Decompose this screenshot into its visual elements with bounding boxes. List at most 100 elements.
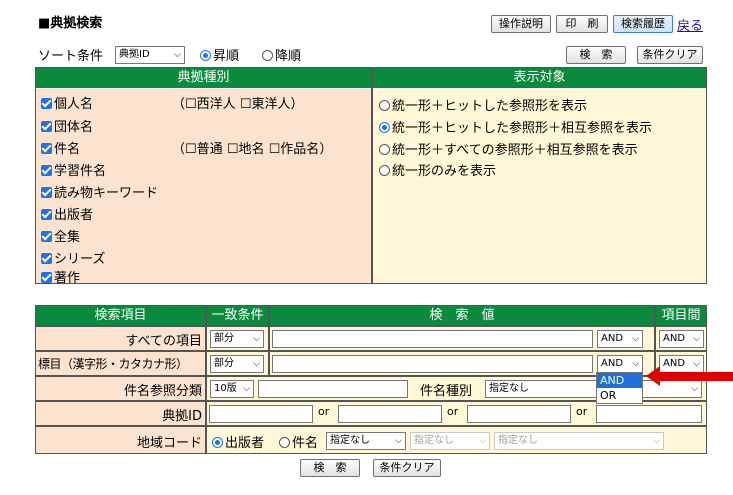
print-button[interactable]: 印 刷 (556, 15, 608, 33)
chevron-down-icon: ⌵ (693, 334, 700, 344)
edition-value: 10版 (214, 383, 237, 394)
checkbox-icon (41, 272, 52, 283)
paren-open: （ (172, 97, 186, 112)
chevron-down-icon: ⌵ (653, 436, 660, 446)
match-value: 部分 (214, 333, 234, 344)
region-subject-option[interactable]: 件名 (279, 432, 318, 451)
or-label: or (447, 405, 459, 418)
eastern-option[interactable]: ☐東洋人 (240, 97, 291, 112)
eastern-label: 東洋人 (251, 97, 291, 112)
type-item-publisher[interactable]: 出版者 (41, 204, 93, 223)
type-item-subject[interactable]: 件名 (41, 138, 80, 157)
checkbox-icon (41, 165, 52, 176)
western-option[interactable]: ☐西洋人 (185, 97, 236, 112)
checkbox-icon (41, 253, 52, 264)
row-heading-op-select[interactable]: AND ⌵ (597, 355, 643, 373)
checkbox-icon (41, 121, 52, 132)
radio-icon (200, 50, 211, 61)
match-value: 部分 (214, 358, 234, 369)
type-item-label: 全集 (54, 230, 81, 245)
sort-asc-option[interactable]: 昇順 (200, 45, 239, 64)
id-input-1[interactable] (209, 405, 313, 423)
type-item-label: 読み物キーワード (54, 186, 159, 201)
search-col-between: 項目間 (656, 306, 706, 325)
id-input-4[interactable] (596, 405, 702, 423)
chevron-down-icon: ⌵ (174, 50, 181, 60)
chevron-down-icon: ⌵ (395, 436, 402, 446)
radio-icon (279, 437, 290, 448)
chevron-down-icon: ⌵ (253, 359, 260, 369)
chevron-down-icon: ⌵ (632, 359, 639, 369)
search-col-match: 一致条件 (207, 306, 268, 325)
row-class-edition-select[interactable]: 10版 ⌵ (210, 380, 254, 398)
chevron-down-icon: ⌵ (253, 334, 260, 344)
row-class-label: 件名参照分類 (123, 384, 202, 399)
help-button[interactable]: 操作説明 (491, 15, 551, 33)
display-option-4[interactable]: 統一形のみを表示 (379, 160, 496, 179)
sort-select[interactable]: 典拠ID ⌵ (115, 46, 185, 64)
type-item-label: 団体名 (54, 120, 94, 135)
display-option-2[interactable]: 統一形＋ヒットした参照形＋相互参照を表示 (379, 117, 652, 136)
type-item-person[interactable]: 個人名 (41, 93, 93, 112)
panel-divider (371, 67, 373, 284)
region-select-1[interactable]: 指定なし ⌵ (326, 432, 406, 450)
radio-icon (379, 100, 390, 111)
sort-desc-label: 降順 (275, 49, 302, 64)
region-subject-label: 件名 (292, 436, 319, 451)
type-item-reading-keyword[interactable]: 読み物キーワード (41, 182, 158, 201)
row-all-match-select[interactable]: 部分 ⌵ (210, 330, 264, 348)
row-all-between-select[interactable]: AND ⌵ (659, 330, 704, 348)
type-item-corporate[interactable]: 団体名 (41, 116, 93, 135)
work-label: 作品名 (280, 142, 320, 157)
chevron-down-icon: ⌵ (632, 334, 639, 344)
arrow-left-icon (646, 366, 733, 386)
dropdown-option-and[interactable]: AND (597, 373, 642, 388)
id-input-2[interactable] (338, 405, 442, 423)
search-col-value: 検 索 値 (270, 306, 654, 325)
op-value: AND (601, 358, 624, 369)
search-button-bottom[interactable]: 検 索 (300, 459, 360, 477)
sort-label: ソート条件 (38, 49, 104, 64)
row-class-value-input[interactable] (258, 380, 408, 398)
clear-button-top[interactable]: 条件クリア (637, 46, 703, 64)
checkbox-icon (41, 209, 52, 220)
radio-icon (379, 165, 390, 176)
search-button-top[interactable]: 検 索 (566, 46, 626, 64)
place-label: 地名 (238, 142, 265, 157)
clear-button-bottom[interactable]: 条件クリア (373, 459, 441, 477)
type-item-label: 出版者 (54, 208, 94, 223)
type-item-series[interactable]: シリーズ (41, 248, 105, 267)
id-input-3[interactable] (467, 405, 571, 423)
region-select-3[interactable]: 指定なし ⌵ (494, 432, 664, 450)
chevron-down-icon: ⌵ (243, 384, 250, 394)
back-link[interactable]: 戻る (677, 15, 703, 34)
radio-icon (262, 50, 273, 61)
dropdown-option-or[interactable]: OR (597, 388, 642, 403)
sort-asc-label: 昇順 (213, 49, 240, 64)
region-select-2[interactable]: 指定なし ⌵ (410, 432, 490, 450)
row-all-value-input[interactable] (272, 330, 593, 348)
row-heading-value-input[interactable] (272, 355, 593, 373)
sort-desc-option[interactable]: 降順 (262, 45, 301, 64)
display-option-1[interactable]: 統一形＋ヒットした参照形を表示 (379, 95, 587, 114)
radio-icon (212, 437, 223, 448)
display-option-3[interactable]: 統一形＋すべての参照形＋相互参照を表示 (379, 139, 638, 158)
type-item-collection[interactable]: 全集 (41, 226, 80, 245)
type-item-work[interactable]: 著作 (41, 267, 80, 286)
type-item-label: シリーズ (54, 252, 106, 267)
general-option[interactable]: ☐普通 (185, 142, 223, 157)
person-suboptions: （☐西洋人 ☐東洋人） (172, 93, 304, 112)
type-item-label: 個人名 (54, 97, 94, 112)
row-heading-match-select[interactable]: 部分 ⌵ (210, 355, 264, 373)
checkbox-icon (41, 187, 52, 198)
op-dropdown-list: AND OR (596, 372, 643, 404)
type-item-learning-subject[interactable]: 学習件名 (41, 160, 106, 179)
row-all-op-select[interactable]: AND ⌵ (597, 330, 643, 348)
history-button[interactable]: 検索履歴 (613, 15, 673, 33)
work-option[interactable]: ☐作品名 (269, 142, 320, 157)
region-publisher-option[interactable]: 出版者 (212, 432, 264, 451)
checkbox-icon (41, 98, 52, 109)
region-select-value: 指定なし (330, 435, 370, 446)
row-all-label: すべての項目 (125, 334, 202, 349)
place-option[interactable]: ☐地名 (227, 142, 265, 157)
